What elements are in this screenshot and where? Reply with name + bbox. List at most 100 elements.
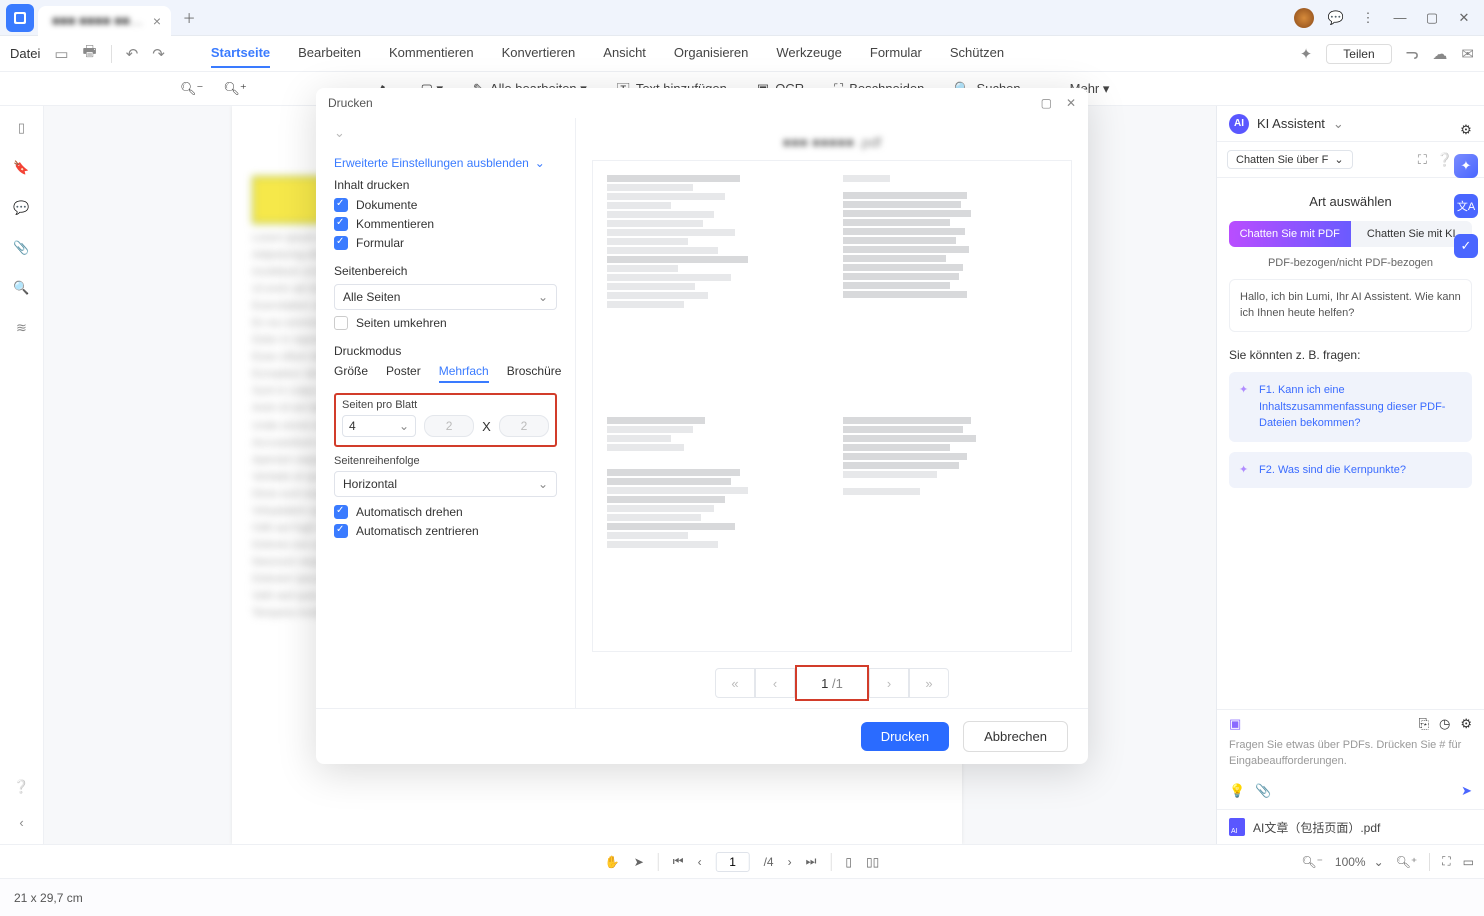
next-page-button[interactable]: › [869, 668, 909, 698]
bookmarks-icon[interactable]: 🔖 [13, 160, 29, 176]
prev-icon[interactable]: ‹ [698, 855, 702, 869]
first-icon[interactable]: ⏮ [673, 854, 684, 869]
chevron-down-icon[interactable]: ⌄ [1333, 116, 1344, 132]
more-icon[interactable]: ⋮ [1354, 4, 1382, 32]
ai-scope-dropdown[interactable]: Chatten Sie über F⌄ [1227, 150, 1353, 169]
comments-icon[interactable]: 💬 [13, 200, 29, 216]
chk-reverse[interactable] [334, 316, 348, 330]
prev-page-button[interactable]: ‹ [755, 668, 795, 698]
ai-suggestion-1[interactable]: F1. Kann ich eine Inhaltszusammenfassung… [1229, 372, 1472, 442]
tab-ansicht[interactable]: Ansicht [603, 39, 646, 68]
bulb-icon[interactable]: 💡 [1229, 783, 1245, 799]
zoom-in2-icon[interactable]: 🔍︎⁺ [1396, 855, 1418, 869]
zoom-select[interactable]: 100%⌄ [1335, 855, 1384, 869]
tab-formular[interactable]: Formular [870, 39, 922, 68]
mode-booklet[interactable]: Broschüre [507, 364, 562, 383]
tab-konvertieren[interactable]: Konvertieren [502, 39, 576, 68]
new-tab-button[interactable]: ＋ [175, 4, 203, 32]
hand-tool-icon[interactable]: ✋ [605, 855, 620, 869]
screenshot-icon[interactable]: ▣ [1229, 716, 1241, 732]
collapse-icon[interactable]: ‹ [19, 815, 23, 830]
message-icon[interactable]: 💬 [1322, 4, 1350, 32]
select-tool-icon[interactable]: ➤ [634, 855, 644, 869]
dlg-close-icon[interactable]: ✕ [1066, 96, 1076, 110]
translate-icon[interactable]: 文A [1454, 194, 1478, 218]
history-icon[interactable]: ◷ [1439, 716, 1450, 732]
settings-icon[interactable]: ⚙ [1460, 716, 1472, 732]
chk-auto-center[interactable] [334, 524, 348, 538]
undo-icon[interactable]: ↶ [126, 45, 139, 63]
cloud-icon[interactable]: ☁ [1432, 45, 1447, 63]
toggle-advanced-link[interactable]: Erweiterte Einstellungen ausblenden⌄ [334, 156, 557, 170]
file-menu[interactable]: Datei [10, 46, 40, 61]
tab-werkzeuge[interactable]: Werkzeuge [776, 39, 842, 68]
x-label: X [482, 419, 491, 434]
chk-form[interactable] [334, 236, 348, 250]
page-indicator[interactable]: 1 /1 [795, 665, 869, 701]
print-icon[interactable]: 🖶 [83, 41, 97, 66]
ai-float-icon[interactable]: ✦ [1454, 154, 1478, 178]
share-button[interactable]: Teilen [1326, 44, 1391, 64]
tab-organisieren[interactable]: Organisieren [674, 39, 748, 68]
next-icon[interactable]: › [788, 855, 792, 869]
help-icon[interactable]: ❔ [13, 779, 29, 795]
continuous-icon[interactable]: ▯▯ [866, 855, 879, 869]
avatar-icon[interactable] [1290, 4, 1318, 32]
dlg-maximize-icon[interactable]: ▢ [1041, 96, 1052, 110]
first-page-button[interactable]: « [715, 668, 755, 698]
ai-suggestion-2[interactable]: F2. Was sind die Kernpunkte? [1229, 452, 1472, 489]
tab-schuetzen[interactable]: Schützen [950, 39, 1004, 68]
mode-multiple[interactable]: Mehrfach [439, 364, 489, 383]
close-window-icon[interactable]: ✕ [1450, 4, 1478, 32]
tab-kommentieren[interactable]: Kommentieren [389, 39, 474, 68]
page-order-select[interactable]: Horizontal⌄ [334, 471, 557, 497]
save-icon[interactable]: ▭ [54, 45, 68, 63]
send-icon[interactable]: ➤ [1461, 783, 1472, 799]
last-page-button[interactable]: » [909, 668, 949, 698]
chk-documents[interactable] [334, 198, 348, 212]
minimize-icon[interactable]: — [1386, 4, 1414, 32]
chk-comments[interactable] [334, 217, 348, 231]
sliders-icon[interactable]: ⚙ [1460, 122, 1472, 138]
ai-badge-icon: AI [1229, 114, 1249, 134]
mode-size[interactable]: Größe [334, 364, 368, 383]
tab-startseite[interactable]: Startseite [211, 39, 270, 68]
zoom-out-icon[interactable]: 🔍︎⁻ [180, 81, 203, 97]
page-range-select[interactable]: Alle Seiten⌄ [334, 284, 557, 310]
search-side-icon[interactable]: 🔍 [13, 280, 29, 296]
single-page-icon[interactable]: ▯ [845, 855, 852, 869]
chat-pdf-pill[interactable]: Chatten Sie mit PDF [1229, 221, 1351, 247]
redo-icon[interactable]: ↷ [152, 45, 165, 63]
page-input[interactable] [716, 852, 750, 872]
link-icon[interactable]: ᓓ [1406, 45, 1419, 63]
print-button[interactable]: Drucken [861, 722, 949, 751]
ai-input[interactable]: Fragen Sie etwas über PDFs. Drücken Sie … [1217, 738, 1484, 777]
document-tab[interactable]: ■■■ ■■■■ ■■… × [38, 6, 171, 36]
ai-file-row[interactable]: AI文章（包括页面）.pdf [1217, 809, 1484, 844]
file-icon [1229, 818, 1245, 836]
expand-icon[interactable]: ⛶ [1418, 152, 1427, 168]
maximize-icon[interactable]: ▢ [1418, 4, 1446, 32]
zoom-in-icon[interactable]: 🔍︎⁺ [223, 81, 246, 97]
attachments-icon[interactable]: 📎 [13, 240, 29, 256]
cancel-button[interactable]: Abbrechen [963, 721, 1068, 752]
chevron-collapse-icon[interactable]: ⌄ [334, 125, 345, 141]
fullscreen-icon[interactable]: ⛶ [1442, 854, 1450, 869]
grid-cols-input[interactable]: 2 [424, 415, 474, 437]
close-icon[interactable]: × [153, 13, 161, 29]
layers-icon[interactable]: ≋ [16, 320, 27, 336]
idea-icon[interactable]: ✦ [1300, 45, 1313, 63]
chk-auto-rotate[interactable] [334, 505, 348, 519]
last-icon[interactable]: ⏭ [806, 854, 817, 869]
copy-icon[interactable]: ⎘ [1419, 716, 1429, 732]
pages-per-sheet-select[interactable]: 4⌄ [342, 415, 416, 437]
thumbnails-icon[interactable]: ▯ [18, 120, 25, 136]
check-float-icon[interactable]: ✓ [1454, 234, 1478, 258]
zoom-out2-icon[interactable]: 🔍︎⁻ [1301, 855, 1323, 869]
read-mode-icon[interactable]: ▭ [1463, 855, 1474, 869]
tab-bearbeiten[interactable]: Bearbeiten [298, 39, 361, 68]
mail-icon[interactable]: ✉ [1461, 45, 1474, 63]
mode-poster[interactable]: Poster [386, 364, 421, 383]
attach-icon[interactable]: 📎 [1255, 783, 1271, 799]
grid-rows-input[interactable]: 2 [499, 415, 549, 437]
